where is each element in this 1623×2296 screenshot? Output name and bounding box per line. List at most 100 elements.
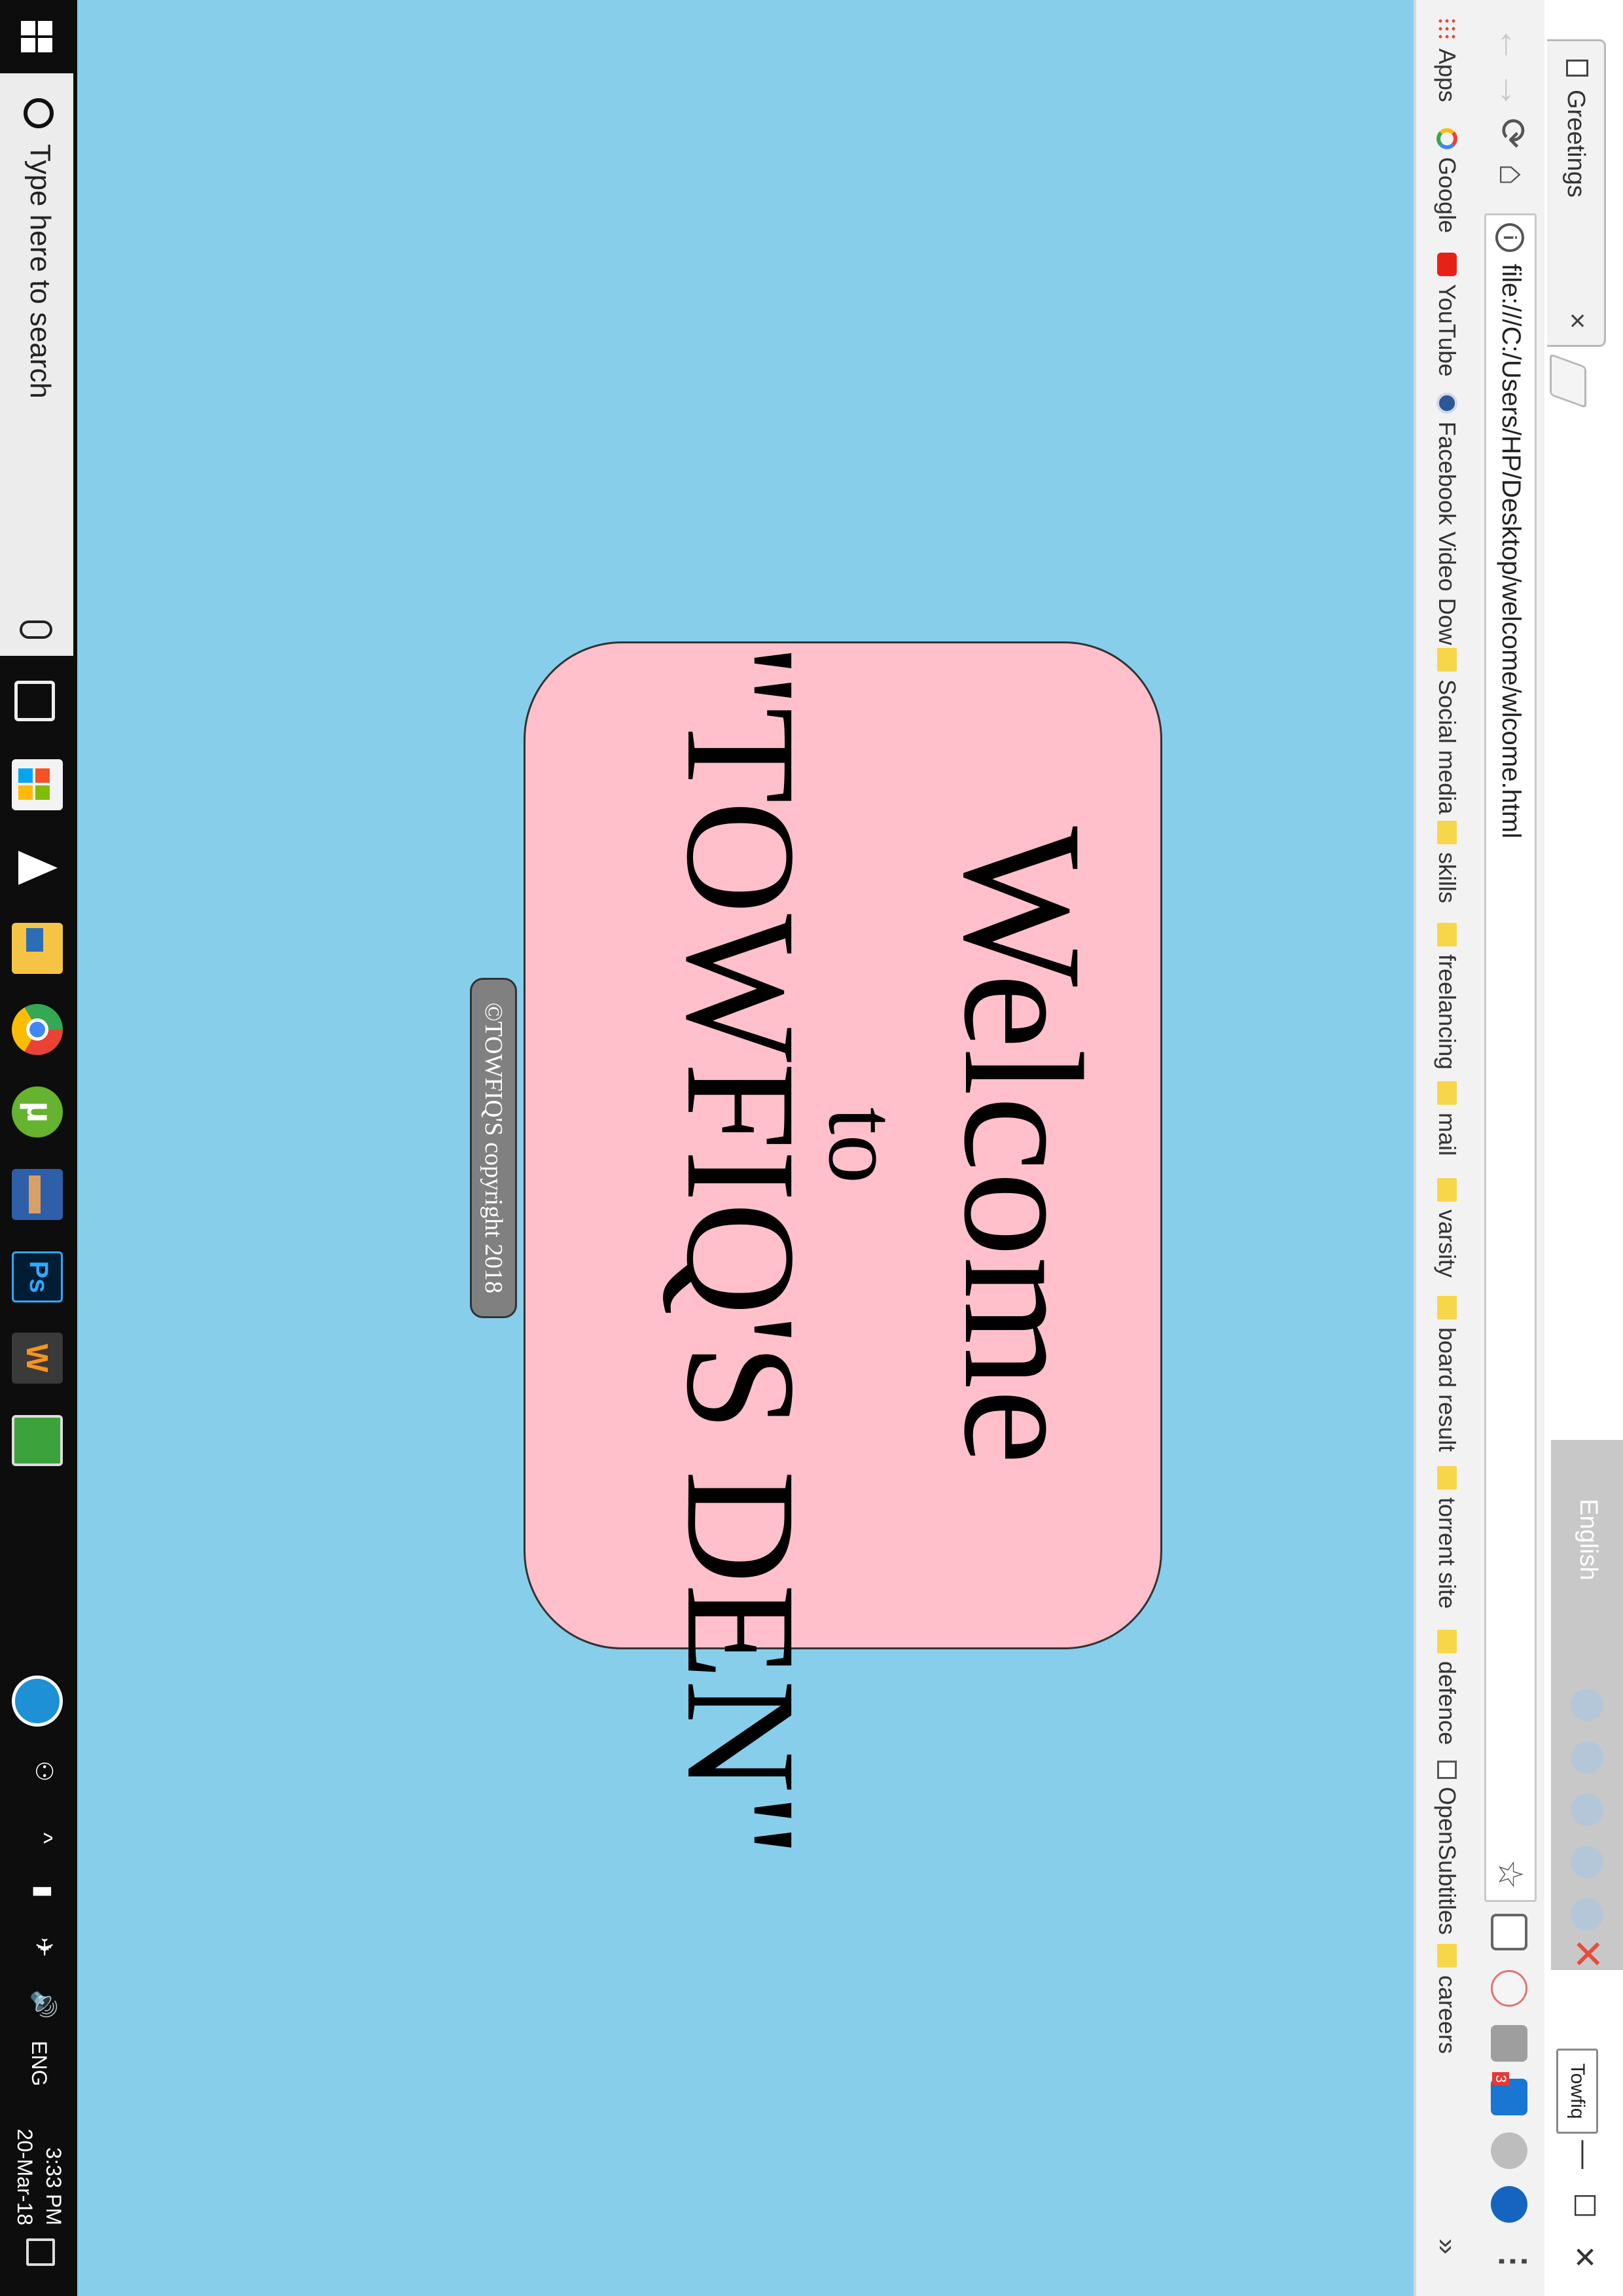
forward-button[interactable]: →: [1491, 72, 1534, 109]
bookmark-label: YouTube: [1434, 284, 1461, 377]
bookmark-opensubtitles[interactable]: OpenSubtitles: [1433, 1761, 1461, 1935]
fb-downloader-ext-icon[interactable]: [1491, 2186, 1527, 2223]
scanner-app-icon[interactable]: [12, 1169, 63, 1220]
bookmark-board-result[interactable]: board result: [1433, 1296, 1461, 1452]
desktop-stage: Greetings × English ✕ Towfiq — ☐ ✕ ← → ⟳…: [0, 0, 1623, 2296]
blue-ext-icon[interactable]: 3: [1491, 2072, 1527, 2115]
bookmark-facebook-video[interactable]: Facebook Video Dow: [1433, 393, 1461, 645]
chevron-up-icon[interactable]: ^: [30, 1833, 58, 1844]
people-icon[interactable]: ⚇: [30, 1761, 58, 1782]
close-window-button[interactable]: ✕: [1567, 2245, 1601, 2269]
utorrent-icon[interactable]: [12, 1086, 63, 1138]
facebook-icon: [1436, 393, 1457, 414]
page-content: Welcome to "TOWFIQ'S DEN" ©TOWFIQ'S copy…: [77, 0, 1414, 2296]
bookmark-label: skills: [1434, 852, 1461, 903]
microphone-icon[interactable]: [20, 620, 52, 639]
bookmark-careers[interactable]: careers: [1433, 1944, 1461, 2054]
bookmark-youtube[interactable]: YouTube: [1433, 253, 1461, 376]
ime-globe-icon[interactable]: [1571, 1846, 1603, 1878]
input-language-indicator[interactable]: ENG: [27, 2041, 51, 2086]
tab-title: Greetings: [1562, 90, 1590, 198]
ime-tool-icon[interactable]: [1571, 1689, 1603, 1721]
bookmark-label: Social media: [1434, 679, 1461, 815]
profile-button[interactable]: Towfiq: [1556, 2049, 1598, 2134]
bookmark-social-media[interactable]: Social media: [1433, 648, 1461, 814]
bookmark-google[interactable]: Google: [1433, 128, 1461, 233]
certificate-app-icon[interactable]: [12, 1415, 63, 1466]
bookmark-apps[interactable]: Apps: [1433, 17, 1461, 102]
bookmark-label: mail: [1434, 1113, 1461, 1157]
airplane-mode-icon[interactable]: ✈: [30, 1937, 58, 1957]
cortana-icon: [24, 98, 54, 128]
google-icon: [1436, 128, 1457, 149]
arrow-app-icon[interactable]: [12, 842, 63, 893]
windows-icon: [21, 21, 52, 52]
bookmark-varsity[interactable]: varsity: [1433, 1178, 1461, 1278]
ime-help-icon[interactable]: [1571, 1898, 1603, 1931]
clock[interactable]: 3:33 PM 20-Mar-18: [10, 2101, 68, 2225]
copyright-badge: ©TOWFIQ'S copyright 2018: [470, 978, 517, 1318]
folder-icon: [1437, 821, 1457, 844]
page-icon: [1566, 60, 1588, 77]
ime-close-icon[interactable]: ✕: [1564, 1937, 1610, 1970]
page-icon: [1437, 1761, 1457, 1779]
w-app-icon[interactable]: [12, 1333, 63, 1384]
bookmark-label: defence: [1434, 1661, 1461, 1746]
bookmark-label: torrent site: [1434, 1498, 1461, 1609]
welcome-heading: Welcome: [929, 826, 1117, 1465]
folder-icon: [1437, 1944, 1457, 1967]
bookmark-defence[interactable]: defence: [1433, 1630, 1461, 1745]
taskbar-search[interactable]: Type here to search: [0, 73, 73, 656]
menu-icon[interactable]: ⋮: [1495, 2245, 1533, 2278]
bookmark-label: OpenSubtitles: [1434, 1787, 1461, 1935]
ext-badge: 3: [1492, 2072, 1509, 2086]
url-text[interactable]: file:///C:/Users/HP/Desktop/welcome/wlco…: [1496, 264, 1525, 838]
reload-button[interactable]: ⟳: [1491, 118, 1534, 149]
ime-gear-icon[interactable]: [1571, 1793, 1603, 1826]
bookmark-label: Facebook Video Dow: [1434, 422, 1461, 645]
ime-settings-icon[interactable]: [1571, 1741, 1603, 1774]
bookmarks-overflow-button[interactable]: »: [1431, 2238, 1463, 2254]
notification-icon[interactable]: [26, 2238, 55, 2266]
adblock-ext-icon[interactable]: [1491, 1970, 1527, 2007]
search-placeholder: Type here to search: [24, 144, 56, 399]
blue-app-icon[interactable]: [12, 1676, 63, 1727]
address-bar[interactable]: i file:///C:/Users/HP/Desktop/welcome/wl…: [1484, 213, 1537, 1902]
volume-icon[interactable]: 🔊: [30, 1990, 58, 2019]
grey-ext-icon[interactable]: [1491, 2025, 1527, 2062]
bookmark-star-icon[interactable]: ☆: [1490, 1859, 1529, 1890]
folder-icon: [1437, 1081, 1457, 1105]
home-button[interactable]: ⌂: [1491, 164, 1534, 186]
store-icon[interactable]: [12, 759, 63, 810]
minimize-button[interactable]: —: [1568, 2140, 1601, 2169]
browser-window: Greetings × English ✕ Towfiq — ☐ ✕ ← → ⟳…: [77, 0, 1623, 2296]
welcome-box: Welcome to "TOWFIQ'S DEN": [524, 641, 1162, 1857]
bookmark-label: careers: [1434, 1975, 1461, 2054]
bookmarks-bar: Apps Google YouTube Facebook Video Dow S…: [1414, 0, 1474, 2296]
photoshop-icon[interactable]: [12, 1251, 63, 1302]
youtube-icon: [1437, 253, 1457, 276]
back-button[interactable]: ←: [1491, 26, 1534, 63]
file-explorer-icon[interactable]: [12, 923, 63, 974]
chrome-icon[interactable]: [12, 1004, 63, 1055]
folder-icon: [1437, 1178, 1457, 1202]
bookmark-label: Google: [1434, 157, 1461, 234]
browser-toolbar: ← → ⟳ ⌂ i file:///C:/Users/HP/Desktop/we…: [1474, 0, 1544, 2296]
bookmark-mail[interactable]: mail: [1433, 1081, 1461, 1156]
tab-close-icon[interactable]: ×: [1561, 312, 1594, 329]
language-label[interactable]: English: [1574, 1499, 1602, 1581]
task-view-icon[interactable]: [14, 681, 55, 721]
new-tab-button[interactable]: [1550, 353, 1586, 409]
apps-icon: [1437, 17, 1457, 41]
start-button[interactable]: [13, 13, 60, 60]
battery-icon[interactable]: ▮: [30, 1885, 58, 1898]
globe-ext-icon[interactable]: [1491, 2132, 1527, 2169]
page-ext-icon[interactable]: [1491, 1914, 1527, 1950]
tab-greetings[interactable]: Greetings ×: [1547, 39, 1606, 347]
bookmark-freelancing[interactable]: freelancing: [1433, 923, 1461, 1069]
bookmark-torrent-site[interactable]: torrent site: [1433, 1466, 1461, 1609]
info-icon[interactable]: i: [1495, 223, 1524, 252]
bookmark-skills[interactable]: skills: [1433, 821, 1461, 903]
maximize-button[interactable]: ☐: [1567, 2193, 1601, 2218]
tab-strip: Greetings × English ✕ Towfiq — ☐ ✕: [1544, 0, 1623, 2296]
